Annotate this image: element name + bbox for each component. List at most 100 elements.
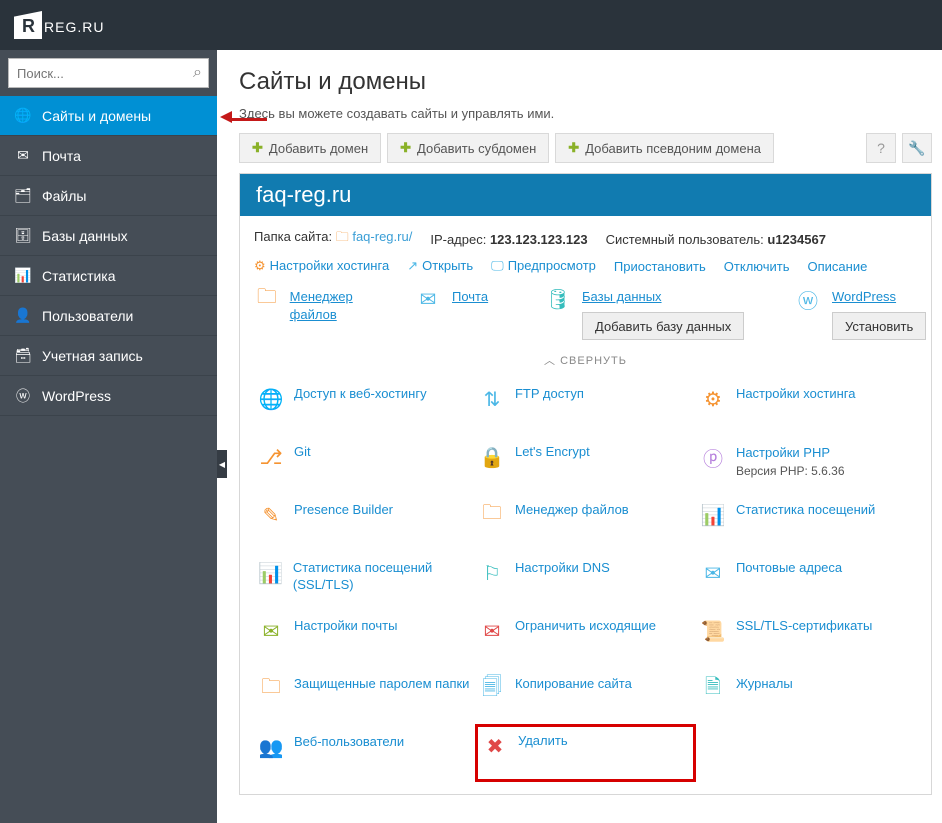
tool-logs[interactable]: 🗎Журналы xyxy=(696,666,917,724)
settings-icon: ⚙ xyxy=(254,258,266,273)
add-subdomain-button[interactable]: ✚Добавить субдомен xyxy=(387,133,549,163)
sidebar-item-label: Статистика xyxy=(42,268,116,284)
database-icon: 🛢 xyxy=(544,288,572,310)
tools-button[interactable]: 🔧 xyxy=(902,133,932,163)
tool-visit-stats[interactable]: 📊Статистика посещений xyxy=(696,492,917,550)
grid-empty xyxy=(696,724,917,782)
page-title: Сайты и домены xyxy=(239,68,932,96)
wordpress-link[interactable]: WordPress xyxy=(832,289,896,304)
tool-lets-encrypt[interactable]: 🔒Let's Encrypt xyxy=(475,434,696,492)
folder-icon: 🗀 xyxy=(254,288,280,310)
tool-copy-site[interactable]: 🗐Копирование сайта xyxy=(475,666,696,724)
sidebar-item-mail[interactable]: ✉ Почта xyxy=(0,136,217,176)
tool-hosting-settings[interactable]: ⚙Настройки хостинга xyxy=(696,376,917,434)
page-description: Здесь вы можете создавать сайты и управл… xyxy=(239,106,932,121)
tool-presence-builder[interactable]: ✎Presence Builder xyxy=(254,492,475,550)
sidebar-item-label: Сайты и домены xyxy=(42,108,151,124)
ip-value: 123.123.123.123 xyxy=(490,232,588,247)
tool-dns-settings[interactable]: ⚐Настройки DNS xyxy=(475,550,696,608)
search-icon[interactable]: ⌕ xyxy=(193,64,202,82)
tool-web-hosting-access[interactable]: 🌐Доступ к веб-хостингу xyxy=(254,376,475,434)
folder-icon: 🗀 xyxy=(336,229,349,244)
tool-ssl-certificates[interactable]: 📜SSL/TLS-сертификаты xyxy=(696,608,917,666)
user-icon: 👤 xyxy=(14,307,32,324)
certificate-icon: 📜 xyxy=(700,618,726,644)
card-icon: 🗃 xyxy=(14,347,32,364)
open-link[interactable]: ↗Открыть xyxy=(407,258,473,274)
sidebar-item-users[interactable]: 👤 Пользователи xyxy=(0,296,217,336)
dns-icon: ⚐ xyxy=(479,560,505,586)
pointer-arrow-icon xyxy=(224,108,267,124)
sidebar-item-account[interactable]: 🗃 Учетная запись xyxy=(0,336,217,376)
logo[interactable]: REG.RU xyxy=(14,11,104,39)
chart-lock-icon: 📊 xyxy=(258,560,283,586)
main-content: Сайты и домены Здесь вы можете создавать… xyxy=(217,50,942,823)
collapse-toggle[interactable]: ︿ СВЕРНУТЬ xyxy=(254,344,917,376)
filemanager-block[interactable]: 🗀 Менеджер файлов xyxy=(254,288,394,340)
delete-icon: ✖ xyxy=(482,733,508,759)
site-folder-link[interactable]: faq-reg.ru/ xyxy=(352,229,412,244)
lock-icon: 🔒 xyxy=(479,444,505,470)
help-button[interactable]: ? xyxy=(866,133,896,163)
sidebar-item-files[interactable]: 🗂 Файлы xyxy=(0,176,217,216)
folder-icon: 🗂 xyxy=(14,187,32,204)
description-link[interactable]: Описание xyxy=(808,259,868,274)
folder-icon: 🗀 xyxy=(479,502,505,528)
tool-git[interactable]: ⎇Git xyxy=(254,434,475,492)
search-box[interactable]: ⌕ xyxy=(8,58,209,88)
suspend-link[interactable]: Приостановить xyxy=(614,259,706,274)
open-icon: ↗ xyxy=(407,258,418,273)
plus-icon: ✚ xyxy=(568,140,579,156)
php-version: Версия PHP: 5.6.36 xyxy=(736,464,845,478)
globe-icon: 🌐 xyxy=(14,107,32,124)
tool-password-protected[interactable]: 🗀Защищенные паролем папки xyxy=(254,666,475,724)
wordpress-icon: ⓦ xyxy=(794,288,822,310)
filemanager-link[interactable]: Менеджер файлов xyxy=(290,289,353,322)
mail-gear-icon: ✉ xyxy=(258,618,284,644)
php-icon: ⓟ xyxy=(700,444,726,470)
mail-link[interactable]: Почта xyxy=(452,289,488,304)
mail-icon: ✉ xyxy=(14,147,32,164)
tool-visit-stats-ssl[interactable]: 📊Статистика посещений (SSL/TLS) xyxy=(254,550,475,608)
wordpress-block: ⓦ WordPress Установить xyxy=(794,288,942,340)
tools-grid: 🌐Доступ к веб-хостингу ⇅FTP доступ ⚙Наст… xyxy=(254,376,917,782)
tool-php-settings[interactable]: ⓟНастройки PHPВерсия PHP: 5.6.36 xyxy=(696,434,917,492)
domain-name: faq-reg.ru xyxy=(256,182,351,208)
sidebar-item-sites[interactable]: 🌐 Сайты и домены xyxy=(0,96,217,136)
sidebar-item-label: WordPress xyxy=(42,388,111,404)
add-alias-button[interactable]: ✚Добавить псевдоним домена xyxy=(555,133,774,163)
mail-block[interactable]: ✉ Почта xyxy=(414,288,524,340)
search-input[interactable] xyxy=(17,66,193,81)
add-database-button[interactable]: Добавить базу данных xyxy=(582,312,744,340)
sidebar-item-label: Базы данных xyxy=(42,228,128,244)
mail-icon: ✉ xyxy=(414,288,442,310)
install-wordpress-button[interactable]: Установить xyxy=(832,312,926,340)
git-icon: ⎇ xyxy=(258,444,284,470)
tool-limit-outgoing[interactable]: ✉Ограничить исходящие xyxy=(475,608,696,666)
disable-link[interactable]: Отключить xyxy=(724,259,790,274)
tool-mail-settings[interactable]: ✉Настройки почты xyxy=(254,608,475,666)
sidebar-item-label: Файлы xyxy=(42,188,86,204)
mail-block-icon: ✉ xyxy=(479,618,505,644)
stats-icon: 📊 xyxy=(14,267,32,284)
topbar: REG.RU xyxy=(0,0,942,50)
tool-delete[interactable]: ✖Удалить xyxy=(475,724,696,782)
tool-ftp-access[interactable]: ⇅FTP доступ xyxy=(475,376,696,434)
settings-icon: ⚙ xyxy=(700,386,726,412)
add-domain-button[interactable]: ✚Добавить домен xyxy=(239,133,381,163)
folder-lock-icon: 🗀 xyxy=(258,676,284,702)
hosting-settings-link[interactable]: ⚙Настройки хостинга xyxy=(254,258,389,274)
database-link[interactable]: Базы данных xyxy=(582,289,662,304)
sidebar-item-databases[interactable]: 🗄 Базы данных xyxy=(0,216,217,256)
chart-icon: 📊 xyxy=(700,502,726,528)
tool-file-manager[interactable]: 🗀Менеджер файлов xyxy=(475,492,696,550)
tool-mail-addresses[interactable]: ✉Почтовые адреса xyxy=(696,550,917,608)
tool-web-users[interactable]: 👥Веб-пользователи xyxy=(254,724,475,782)
preview-link[interactable]: 🖵Предпросмотр xyxy=(491,258,596,274)
logo-text: REG.RU xyxy=(44,12,104,38)
wordpress-icon: ⓦ xyxy=(14,386,32,406)
sidebar-item-wordpress[interactable]: ⓦ WordPress xyxy=(0,376,217,416)
sidebar-collapse-handle[interactable] xyxy=(217,450,227,478)
sidebar-item-stats[interactable]: 📊 Статистика xyxy=(0,256,217,296)
domain-actions: ⚙Настройки хостинга ↗Открыть 🖵Предпросмо… xyxy=(254,258,917,274)
